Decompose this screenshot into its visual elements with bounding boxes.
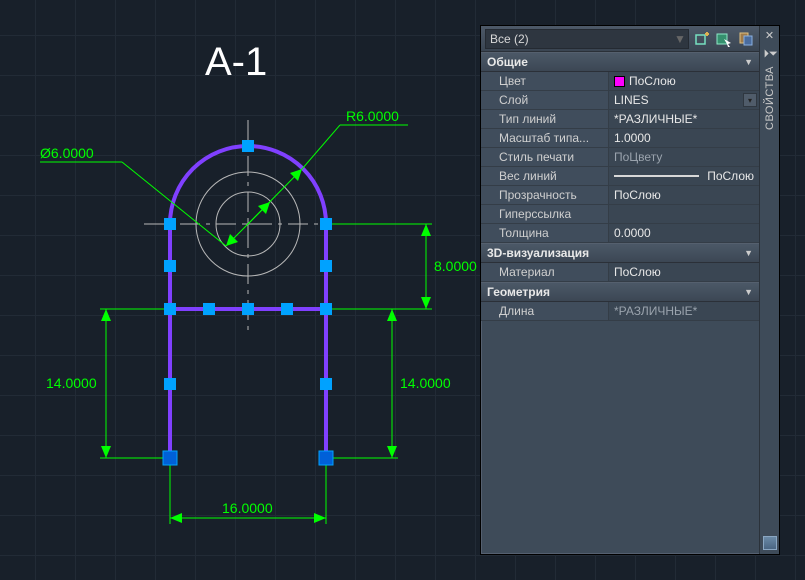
- prop-layer[interactable]: Слой LINES▾: [481, 91, 759, 110]
- chevron-down-icon: ▼: [744, 248, 753, 258]
- chevron-down-icon: ▼: [674, 32, 684, 46]
- chevron-down-icon[interactable]: ▾: [743, 93, 757, 107]
- svg-text:Ø6.0000: Ø6.0000: [40, 145, 94, 161]
- svg-text:16.0000: 16.0000: [222, 500, 273, 516]
- close-icon[interactable]: ✕: [764, 30, 776, 42]
- properties-palette[interactable]: Все (2) ▼ Общие ▼ Цвет ПоСлою: [480, 25, 780, 555]
- palette-sidebar: ✕ ⏵⏷ СВОЙСТВА: [759, 26, 779, 554]
- svg-text:14.0000: 14.0000: [400, 375, 451, 391]
- dim-14-right[interactable]: 14.0000: [330, 309, 451, 458]
- lineweight-sample: [614, 175, 699, 177]
- quick-select-icon[interactable]: [715, 30, 733, 48]
- color-swatch: [614, 76, 625, 87]
- section-general[interactable]: Общие ▼: [481, 52, 759, 72]
- prop-color[interactable]: Цвет ПоСлою: [481, 72, 759, 91]
- prop-linetype[interactable]: Тип линий *РАЗЛИЧНЫЕ*: [481, 110, 759, 129]
- dim-diameter[interactable]: Ø6.0000: [40, 145, 270, 246]
- dim-radius[interactable]: R6.0000: [248, 108, 408, 224]
- dim-14-left[interactable]: 14.0000: [46, 309, 166, 458]
- palette-title: СВОЙСТВА: [764, 66, 776, 130]
- section-3dvisual[interactable]: 3D-визуализация ▼: [481, 243, 759, 263]
- prop-length[interactable]: Длина *РАЗЛИЧНЫЕ*: [481, 302, 759, 321]
- dim-16[interactable]: 16.0000: [170, 462, 326, 524]
- prop-hyperlink[interactable]: Гиперссылка: [481, 205, 759, 224]
- autohide-icon[interactable]: ⏵⏷: [764, 48, 776, 60]
- select-objects-icon[interactable]: [737, 30, 755, 48]
- section-geometry[interactable]: Геометрия ▼: [481, 282, 759, 302]
- palette-header: Все (2) ▼: [481, 26, 759, 52]
- svg-text:R6.0000: R6.0000: [346, 108, 399, 124]
- prop-lineweight[interactable]: Вес линий ПоСлою: [481, 167, 759, 186]
- selection-combo-text: Все (2): [490, 32, 529, 46]
- toggle-pickadd-icon[interactable]: [693, 30, 711, 48]
- chevron-down-icon: ▼: [744, 287, 753, 297]
- prop-thickness[interactable]: Толщина 0.0000: [481, 224, 759, 243]
- svg-text:8.0000: 8.0000: [434, 258, 477, 274]
- properties-menu-icon[interactable]: [763, 536, 777, 550]
- dim-8[interactable]: 8.0000: [330, 224, 477, 309]
- prop-ltscale[interactable]: Масштаб типа... 1.0000: [481, 129, 759, 148]
- chevron-down-icon: ▼: [744, 57, 753, 67]
- svg-text:14.0000: 14.0000: [46, 375, 97, 391]
- prop-transparency[interactable]: Прозрачность ПоСлою: [481, 186, 759, 205]
- palette-body: Общие ▼ Цвет ПоСлою Слой LINES▾ Тип лини…: [481, 52, 759, 554]
- prop-plotstyle[interactable]: Стиль печати ПоЦвету: [481, 148, 759, 167]
- selection-combo[interactable]: Все (2) ▼: [485, 29, 689, 49]
- prop-material[interactable]: Материал ПоСлою: [481, 263, 759, 282]
